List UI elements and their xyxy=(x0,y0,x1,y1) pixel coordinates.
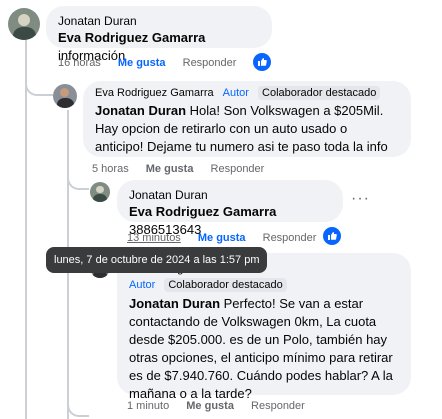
author-badge: Autor xyxy=(129,279,156,291)
thread-connector xyxy=(25,78,53,96)
comment-actions: 16 horas Me gusta Responder xyxy=(58,56,250,70)
comment-text: Jonatan Duran Hola! Son Volkswagen a $20… xyxy=(95,102,399,156)
timestamp[interactable]: 1 minuto xyxy=(127,400,169,412)
comment-bubble: Jonatan Duran Eva Rodriguez Gamarra info… xyxy=(46,6,272,63)
avatar[interactable] xyxy=(90,182,110,202)
top-contributor-badge: Colaborador destacado xyxy=(164,278,287,292)
comment-actions: 1 minuto Me gusta Responder xyxy=(127,399,319,413)
thread-line-main xyxy=(25,40,27,419)
like-button[interactable]: Me gusta xyxy=(118,57,166,69)
avatar[interactable] xyxy=(8,8,40,40)
timestamp-tooltip: lunes, 7 de octubre de 2024 a las 1:57 p… xyxy=(46,247,268,273)
comment-actions: 5 horas Me gusta Responder xyxy=(92,162,278,176)
badge-row: Autor Colaborador destacado xyxy=(129,278,399,293)
more-options-icon[interactable]: ··· xyxy=(351,190,370,208)
comment-bubble: Eva Rodriguez Gamarra Autor Colaborador … xyxy=(117,253,411,401)
thread-connector xyxy=(67,392,89,417)
comment-author[interactable]: Eva Rodriguez Gamarra xyxy=(95,87,214,99)
comment-text: Jonatan Duran Perfecto! Se van a estar c… xyxy=(129,295,399,403)
like-icon[interactable] xyxy=(323,227,341,245)
timestamp[interactable]: 5 horas xyxy=(92,163,129,175)
timestamp[interactable]: 13 minutos xyxy=(127,232,181,244)
author-header: Eva Rodriguez Gamarra Autor Colaborador … xyxy=(95,86,399,101)
timestamp[interactable]: 16 horas xyxy=(58,57,101,69)
mention-link[interactable]: Jonatan Duran xyxy=(95,103,186,118)
author-badge: Autor xyxy=(222,87,249,99)
comment-actions: 13 minutos Me gusta Responder xyxy=(127,231,330,245)
top-contributor-badge: Colaborador destacado xyxy=(258,86,381,100)
like-button[interactable]: Me gusta xyxy=(198,232,246,244)
reply-button[interactable]: Responder xyxy=(183,57,237,69)
comment-bubble: Jonatan Duran Eva Rodriguez Gamarra 3886… xyxy=(117,180,343,237)
like-icon[interactable] xyxy=(253,53,271,71)
like-button[interactable]: Me gusta xyxy=(146,163,194,175)
avatar[interactable] xyxy=(53,84,77,108)
comment-bubble: Eva Rodriguez Gamarra Autor Colaborador … xyxy=(83,81,411,157)
comment-author[interactable]: Jonatan Duran xyxy=(58,14,260,29)
mention-link[interactable]: Eva Rodriguez Gamarra xyxy=(129,204,276,219)
like-button[interactable]: Me gusta xyxy=(186,400,234,412)
thread-connector xyxy=(67,170,89,190)
mention-link[interactable]: Eva Rodriguez Gamarra xyxy=(58,30,205,45)
reply-button[interactable]: Responder xyxy=(263,232,317,244)
comment-body: Perfecto! Se van a estar contactando de … xyxy=(129,296,393,401)
reply-button[interactable]: Responder xyxy=(211,163,265,175)
comment-author[interactable]: Jonatan Duran xyxy=(129,188,331,203)
mention-link[interactable]: Jonatan Duran xyxy=(129,296,220,311)
reply-button[interactable]: Responder xyxy=(251,400,305,412)
